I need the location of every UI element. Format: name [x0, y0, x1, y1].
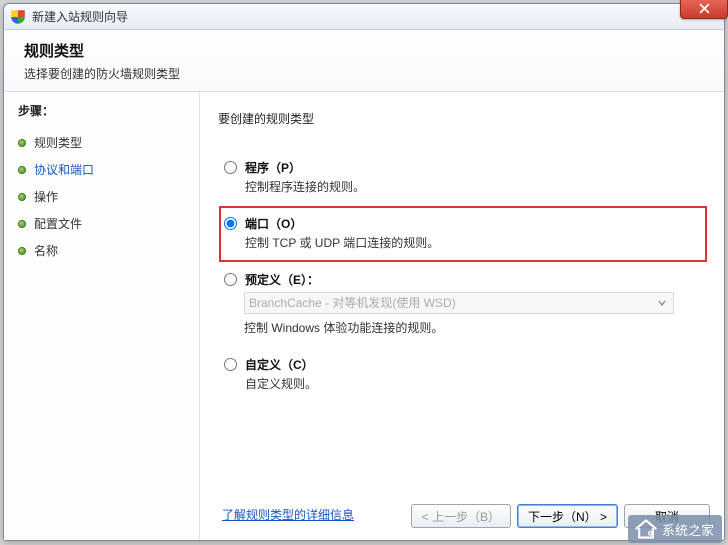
bullet-icon — [18, 220, 26, 228]
rule-type-options: 程序（P） 控制程序连接的规则。 端口（O） 控制 TCP 或 UDP 端口连接… — [222, 153, 704, 400]
back-button: < 上一步（B） — [411, 504, 511, 528]
titlebar[interactable]: 新建入站规则向导 — [4, 4, 724, 30]
option-custom-desc: 自定义规则。 — [245, 375, 317, 392]
wizard-window: 新建入站规则向导 规则类型 选择要创建的防火墙规则类型 步骤： 规则类型 协议和… — [3, 3, 725, 541]
step-name[interactable]: 名称 — [18, 237, 199, 264]
option-port-label: 端口（O） — [245, 217, 302, 231]
step-action[interactable]: 操作 — [18, 183, 199, 210]
learn-more-link[interactable]: 了解规则类型的详细信息 — [222, 506, 354, 523]
header: 规则类型 选择要创建的防火墙规则类型 — [4, 30, 724, 92]
step-rule-type[interactable]: 规则类型 — [18, 129, 199, 156]
option-predefined-label: 预定义（E）： — [245, 273, 319, 287]
radio-custom[interactable] — [224, 358, 237, 371]
radio-port[interactable] — [224, 217, 237, 230]
bullet-icon — [18, 139, 26, 147]
option-program[interactable]: 程序（P） 控制程序连接的规则。 — [222, 153, 704, 203]
app-shield-icon — [11, 10, 25, 24]
page-subtitle: 选择要创建的防火墙规则类型 — [24, 65, 724, 82]
radio-program[interactable] — [224, 161, 237, 174]
main-panel: 要创建的规则类型 程序（P） 控制程序连接的规则。 端口（O） 控制 TCP 或… — [200, 92, 724, 540]
cancel-button[interactable]: 取消 — [624, 504, 710, 528]
next-button[interactable]: 下一步（N） > — [517, 504, 618, 528]
option-port-desc: 控制 TCP 或 UDP 端口连接的规则。 — [245, 234, 439, 251]
option-predefined-desc: 控制 Windows 体验功能连接的规则。 — [244, 319, 702, 336]
close-icon — [699, 3, 710, 14]
option-custom[interactable]: 自定义（C） 自定义规则。 — [222, 350, 704, 400]
bullet-icon — [18, 193, 26, 201]
body: 步骤： 规则类型 协议和端口 操作 配置文件 名称 要创建的规则类型 程序（P）… — [4, 92, 724, 540]
steps-heading: 步骤： — [18, 102, 199, 119]
sidebar: 步骤： 规则类型 协议和端口 操作 配置文件 名称 — [4, 92, 200, 540]
prompt-text: 要创建的规则类型 — [218, 110, 704, 127]
step-profile[interactable]: 配置文件 — [18, 210, 199, 237]
window-title: 新建入站规则向导 — [32, 8, 128, 25]
radio-predefined[interactable] — [224, 273, 237, 286]
page-title: 规则类型 — [24, 40, 724, 61]
option-program-desc: 控制程序连接的规则。 — [245, 178, 365, 195]
bullet-icon — [18, 247, 26, 255]
step-protocol-port[interactable]: 协议和端口 — [18, 156, 199, 183]
option-program-label: 程序（P） — [245, 161, 301, 175]
option-port[interactable]: 端口（O） 控制 TCP 或 UDP 端口连接的规则。 — [222, 209, 704, 259]
footer-buttons: < 上一步（B） 下一步（N） > 取消 — [411, 504, 710, 528]
steps-list: 规则类型 协议和端口 操作 配置文件 名称 — [18, 129, 199, 264]
close-button[interactable] — [680, 0, 728, 19]
option-custom-label: 自定义（C） — [245, 358, 314, 372]
predefined-select: BranchCache - 对等机发现(使用 WSD) — [244, 292, 674, 314]
option-predefined[interactable]: 预定义（E）： BranchCache - 对等机发现(使用 WSD) 控制 W… — [222, 265, 704, 344]
bullet-icon — [18, 166, 26, 174]
